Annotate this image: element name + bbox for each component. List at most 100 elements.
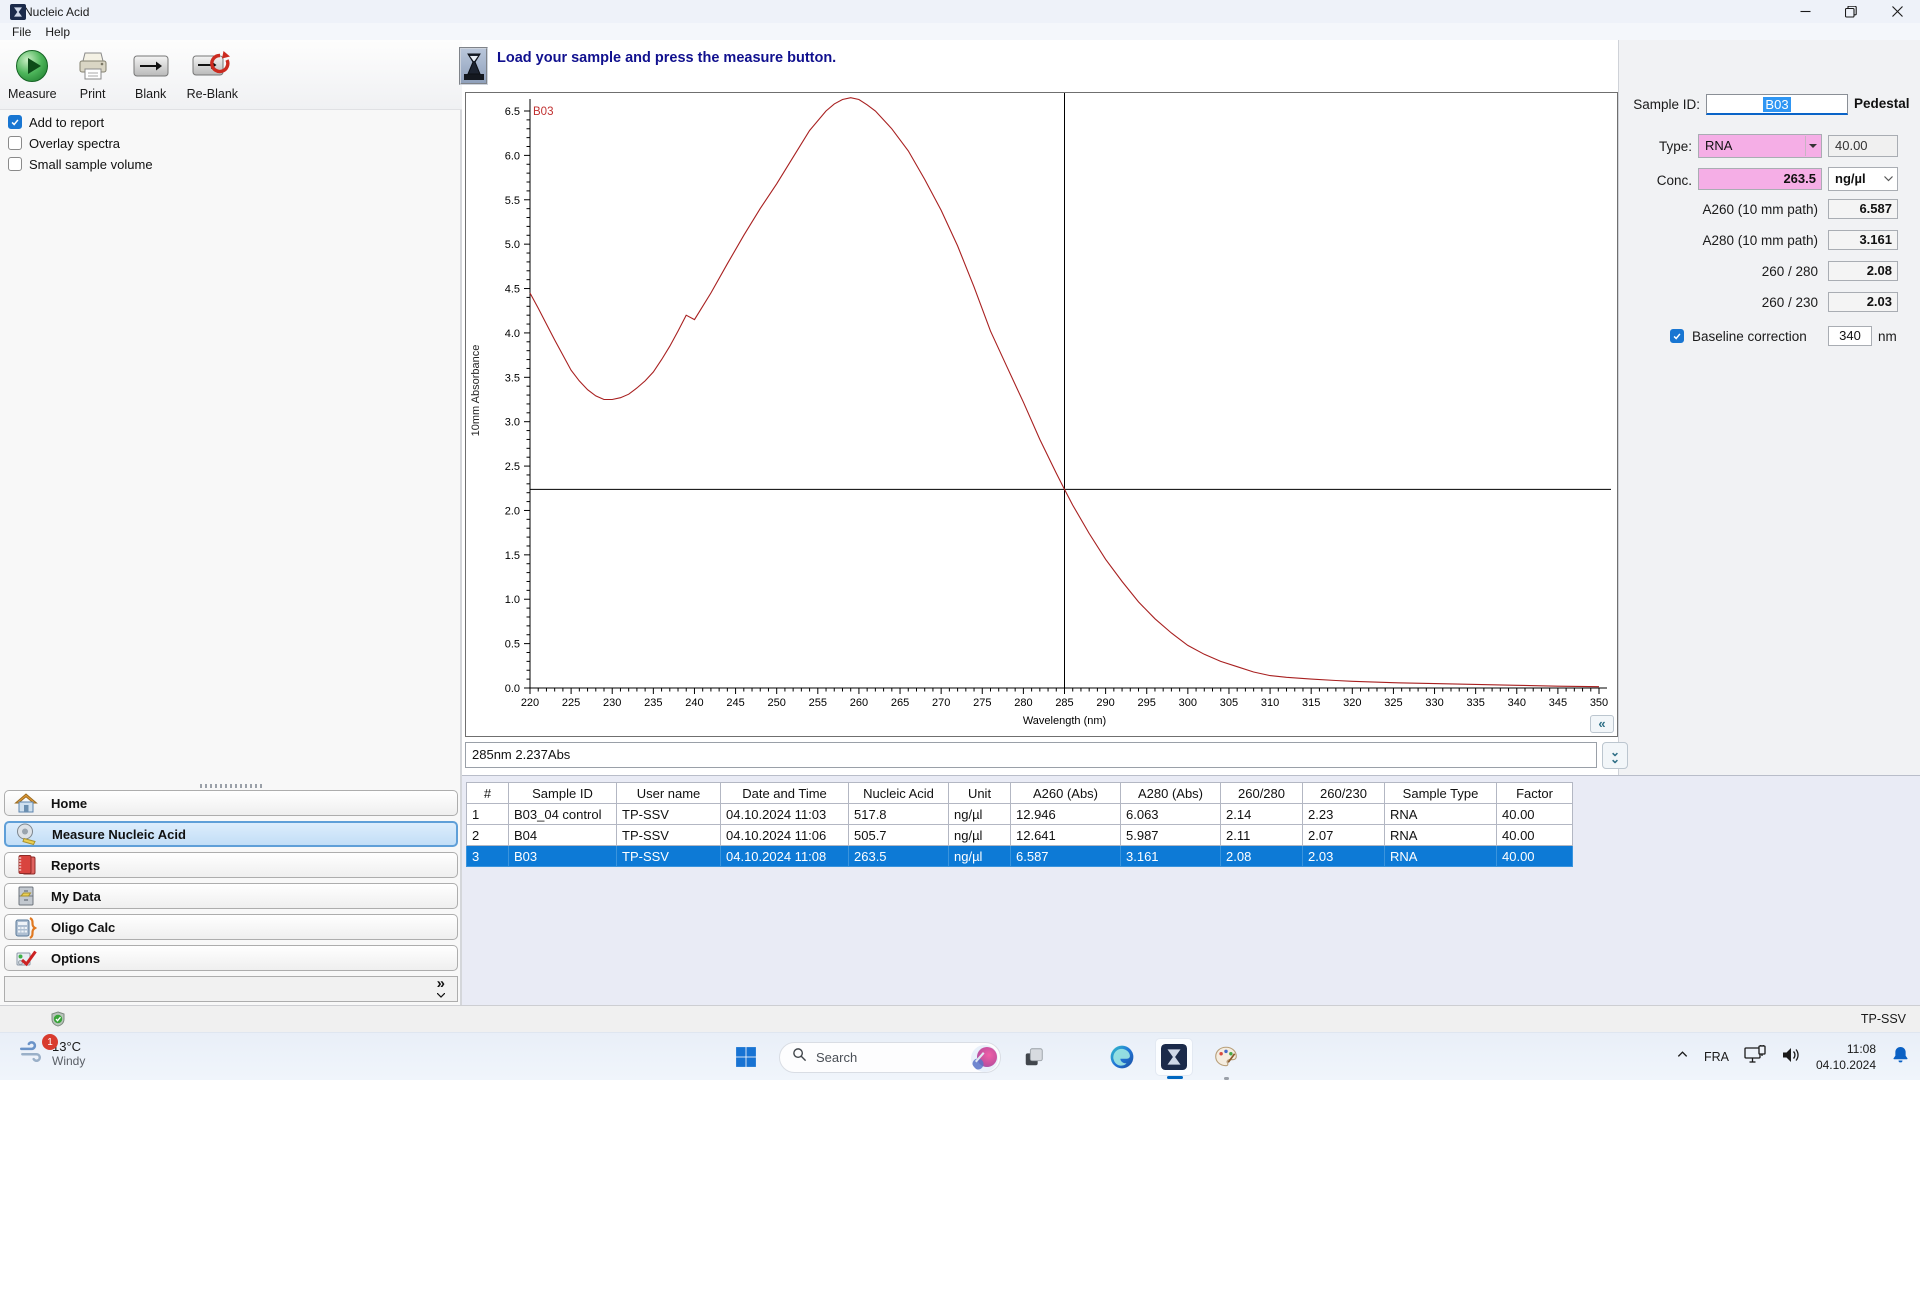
splitter-gripper[interactable] bbox=[200, 784, 264, 788]
tray-chevron-up-icon[interactable] bbox=[1676, 1048, 1689, 1066]
checkbox[interactable] bbox=[8, 157, 22, 171]
task-view-button[interactable] bbox=[1015, 1038, 1053, 1076]
network-icon[interactable] bbox=[1744, 1044, 1766, 1069]
menu-file[interactable]: File bbox=[12, 25, 31, 39]
start-button[interactable] bbox=[727, 1038, 765, 1076]
svg-text:6.5: 6.5 bbox=[505, 106, 520, 118]
cursor-readout: 285nm 2.237Abs bbox=[465, 742, 1597, 768]
search-box[interactable]: Search bbox=[779, 1041, 1001, 1073]
close-button[interactable] bbox=[1874, 0, 1920, 23]
column-header[interactable]: User name bbox=[616, 782, 721, 804]
svg-text:3.0: 3.0 bbox=[505, 417, 520, 429]
svg-text:5.0: 5.0 bbox=[505, 239, 520, 251]
weather-widget[interactable]: 1 13°C Windy bbox=[18, 1034, 85, 1069]
keyboard-language[interactable]: FRA bbox=[1704, 1050, 1729, 1064]
sample-id-input[interactable]: B03 bbox=[1706, 94, 1848, 115]
reblank-button[interactable]: Re-Blank bbox=[187, 46, 238, 101]
table-row[interactable]: 1 B03_04 control TP-SSV 04.10.2024 11:03 517… bbox=[466, 803, 1573, 825]
svg-text:345: 345 bbox=[1549, 697, 1567, 709]
column-header[interactable]: Unit bbox=[948, 782, 1011, 804]
chevron-down-icon bbox=[1881, 169, 1896, 189]
search-highlights-image[interactable] bbox=[971, 1044, 998, 1072]
nanodrop-app-icon[interactable] bbox=[1155, 1038, 1193, 1079]
column-header[interactable]: A260 (Abs) bbox=[1010, 782, 1121, 804]
blank-button[interactable]: Blank bbox=[129, 46, 173, 101]
sidebar-item-my-data[interactable]: My Data bbox=[4, 883, 458, 909]
sample-id-value: B03 bbox=[1763, 96, 1791, 112]
table-cell: 40.00 bbox=[1496, 845, 1573, 867]
table-cell: 04.10.2024 11:03 bbox=[720, 803, 849, 825]
column-header[interactable]: 260/230 bbox=[1302, 782, 1385, 804]
conc-unit-dropdown[interactable]: ng/µl bbox=[1828, 167, 1898, 191]
svg-text:245: 245 bbox=[726, 697, 744, 709]
notification-badge: 1 bbox=[42, 1034, 58, 1050]
svg-text:230: 230 bbox=[603, 697, 621, 709]
table-row[interactable]: 2 B04 TP-SSV 04.10.2024 11:06 505.7 ng/µl 12.6… bbox=[466, 824, 1573, 846]
sidebar-item-home[interactable]: Home bbox=[4, 790, 458, 816]
260-230-value: 2.03 bbox=[1828, 292, 1898, 312]
menu-help[interactable]: Help bbox=[45, 25, 70, 39]
measure-button[interactable]: Measure bbox=[8, 46, 57, 101]
checkbox[interactable] bbox=[8, 136, 22, 150]
table-cell: 04.10.2024 11:06 bbox=[720, 824, 849, 846]
option-overlay-spectra[interactable]: Overlay spectra bbox=[8, 135, 153, 151]
chevrons-down-icon: ⌄ ⌄ bbox=[1609, 744, 1621, 766]
svg-text:290: 290 bbox=[1096, 697, 1114, 709]
column-header[interactable]: Sample ID bbox=[508, 782, 617, 804]
home-icon bbox=[13, 791, 39, 815]
column-header[interactable]: A280 (Abs) bbox=[1120, 782, 1221, 804]
option-small-sample-volume[interactable]: Small sample volume bbox=[8, 156, 153, 172]
print-button[interactable]: Print bbox=[71, 46, 115, 101]
table-row[interactable]: 3 B03 TP-SSV 04.10.2024 11:08 263.5 ng/µl 6.58… bbox=[466, 845, 1573, 867]
column-header[interactable]: Sample Type bbox=[1384, 782, 1497, 804]
restore-button[interactable] bbox=[1828, 0, 1874, 23]
clock[interactable]: 11:08 04.10.2024 bbox=[1816, 1041, 1876, 1073]
svg-text:305: 305 bbox=[1220, 697, 1238, 709]
sidebar-item-measure-nucleic-acid[interactable]: Measure Nucleic Acid bbox=[4, 821, 458, 847]
sidebar-item-oligo-calc[interactable]: Oligo Calc bbox=[4, 914, 458, 940]
edge-browser-icon[interactable] bbox=[1103, 1038, 1141, 1076]
volume-icon[interactable] bbox=[1781, 1047, 1801, 1068]
sidebar-item-label: My Data bbox=[51, 888, 101, 904]
conc-unit-value: ng/µl bbox=[1835, 171, 1866, 186]
svg-text:6.0: 6.0 bbox=[505, 150, 520, 162]
status-bar: TP-SSV bbox=[0, 1005, 1920, 1032]
results-table: # Sample ID User name Date and Time Nucleic … bbox=[466, 782, 1573, 867]
collapse-chart-button[interactable]: « bbox=[1590, 715, 1614, 733]
paint-app-icon[interactable] bbox=[1207, 1038, 1245, 1080]
svg-text:220: 220 bbox=[521, 697, 539, 709]
checkbox[interactable] bbox=[8, 115, 22, 129]
measure-icon bbox=[14, 46, 50, 86]
baseline-correction-checkbox[interactable] bbox=[1670, 328, 1684, 346]
expand-panel-button[interactable]: ⌄ ⌄ bbox=[1602, 742, 1628, 769]
spectrum-chart[interactable]: 220 225 230 235 240 245 250 255 260 265 270 275 280 2… bbox=[465, 92, 1618, 737]
svg-text:0.0: 0.0 bbox=[505, 683, 520, 695]
table-cell: 505.7 bbox=[848, 824, 949, 846]
sidebar-collapse-button[interactable]: » bbox=[4, 976, 458, 1002]
chevrons-right-icon: » bbox=[436, 976, 446, 999]
column-header[interactable]: # bbox=[466, 782, 509, 804]
type-dropdown[interactable]: RNA bbox=[1698, 134, 1822, 158]
svg-text:1.5: 1.5 bbox=[505, 550, 520, 562]
pedestal-status-icon bbox=[459, 47, 488, 85]
column-header[interactable]: Date and Time bbox=[720, 782, 849, 804]
option-add-to-report[interactable]: Add to report bbox=[8, 114, 153, 130]
svg-text:4.0: 4.0 bbox=[505, 328, 520, 340]
svg-text:260: 260 bbox=[850, 697, 868, 709]
svg-text:310: 310 bbox=[1261, 697, 1279, 709]
sidebar-item-options[interactable]: Options bbox=[4, 945, 458, 971]
sidebar-item-reports[interactable]: Reports bbox=[4, 852, 458, 878]
conc-label: Conc. bbox=[1656, 173, 1692, 188]
baseline-wavelength-input[interactable]: 340 bbox=[1828, 326, 1872, 346]
column-header[interactable]: 260/280 bbox=[1220, 782, 1303, 804]
svg-text:2.0: 2.0 bbox=[505, 505, 520, 517]
table-cell: 2.11 bbox=[1220, 824, 1303, 846]
options-icon bbox=[13, 946, 39, 970]
column-header[interactable]: Factor bbox=[1496, 782, 1573, 804]
table-cell: 2.03 bbox=[1302, 845, 1385, 867]
window-title: Nucleic Acid bbox=[24, 4, 90, 19]
notification-bell-icon[interactable] bbox=[1891, 1045, 1910, 1069]
minimize-button[interactable] bbox=[1782, 0, 1828, 23]
column-header[interactable]: Nucleic Acid bbox=[848, 782, 949, 804]
blank-icon bbox=[132, 46, 170, 86]
